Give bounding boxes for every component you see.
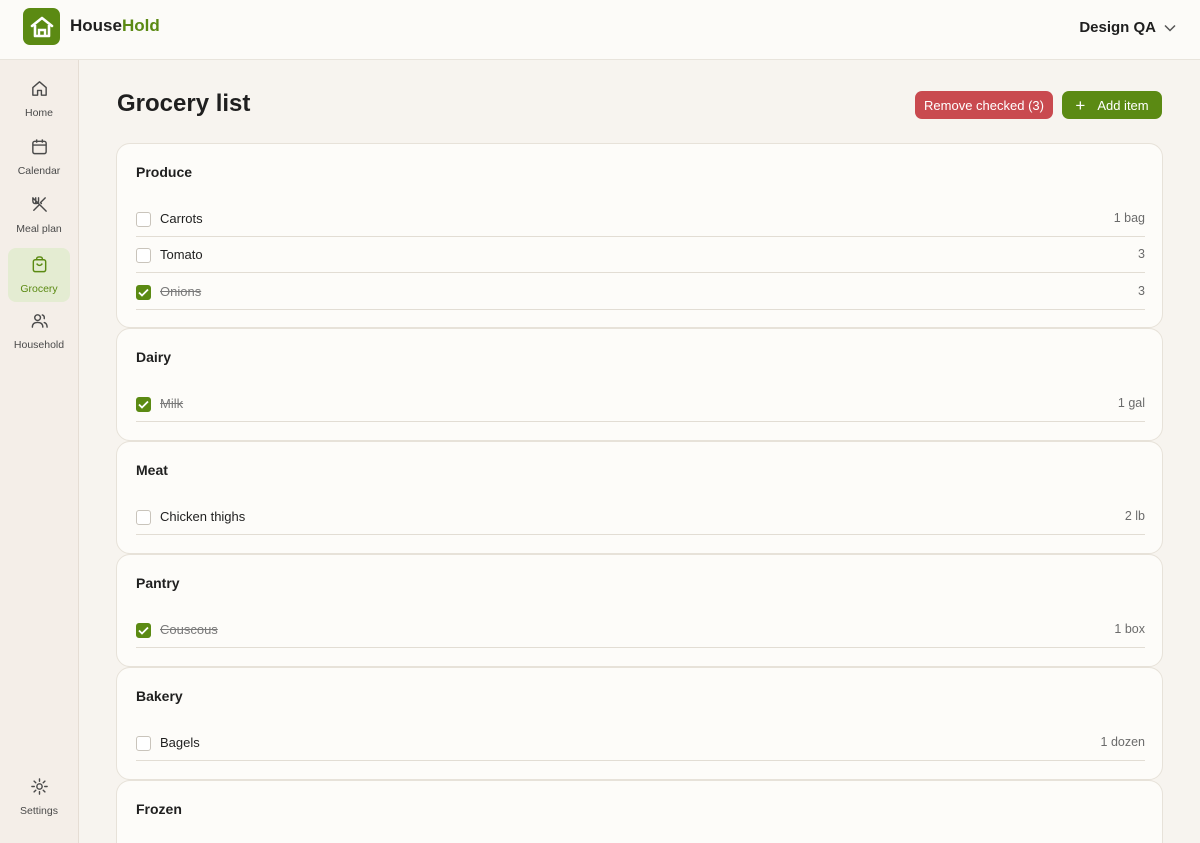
item-name: Milk [160,396,184,411]
item-name: Chicken thighs [160,509,246,524]
shopping-bag-icon [30,255,49,279]
item-checkbox[interactable] [136,212,151,227]
add-item-label: Add item [1097,97,1149,113]
item-quantity: 1 bag [1113,211,1145,225]
category-card-bakery: Bakery Bagels 1 dozen [116,667,1163,780]
item-quantity: 1 gal [1117,396,1145,410]
list-item: Carrots 1 bag [136,201,1145,237]
sidebar-item-label: Household [13,339,65,351]
list-item: Tomato 3 [136,237,1145,273]
top-bar: HouseHold Design QA [0,0,1200,60]
list-item: Onions 3 [136,274,1145,310]
item-checkbox[interactable] [136,397,151,412]
sidebar-item-label: Calendar [17,165,61,177]
utensils-icon [30,195,49,219]
sidebar-item-label: Meal plan [16,223,62,235]
category-title: Produce [136,164,193,180]
check-icon [138,626,149,635]
calendar-icon [30,137,49,161]
check-icon [138,400,149,409]
item-checkbox[interactable] [136,285,151,300]
list-item: Milk 1 gal [136,386,1145,422]
item-quantity: 2 lb [1124,509,1145,523]
item-quantity: 3 [1138,247,1145,261]
item-name: Onions [160,284,202,299]
category-title: Dairy [136,349,172,365]
item-quantity: 3 [1138,284,1145,298]
sidebar: Home Calendar Meal plan Grocery Househol… [0,60,79,843]
category-card-pantry: Pantry Couscous 1 box [116,554,1163,667]
category-card-frozen: Frozen [116,780,1163,843]
home-icon [30,79,49,103]
list-item: Couscous 1 box [136,612,1145,648]
category-title: Meat [136,462,168,478]
check-icon [138,288,149,297]
sidebar-item-label: Home [24,107,53,119]
sidebar-item-settings[interactable]: Settings [8,770,70,824]
gear-icon [30,777,49,801]
item-quantity: 1 box [1114,622,1145,636]
sidebar-item-meal-plan[interactable]: Meal plan [8,188,70,242]
item-quantity: 1 dozen [1100,735,1145,749]
brand-name: HouseHold [70,16,160,35]
account-menu[interactable]: Design QA [1079,19,1176,36]
item-name: Couscous [160,622,218,637]
sidebar-item-grocery[interactable]: Grocery [8,248,70,302]
house-logo-icon[interactable] [23,8,60,45]
category-title: Pantry [136,575,180,591]
category-card-meat: Meat Chicken thighs 2 lb [116,441,1163,554]
item-name: Bagels [160,735,200,750]
remove-checked-button[interactable]: Remove checked (3) [915,91,1053,119]
add-item-button[interactable]: + Add item [1062,91,1162,119]
item-name: Tomato [160,247,203,262]
sidebar-item-calendar[interactable]: Calendar [8,130,70,184]
category-title: Bakery [136,688,183,704]
list-item: Chicken thighs 2 lb [136,499,1145,535]
category-card-dairy: Dairy Milk 1 gal [116,328,1163,441]
category-card-produce: Produce Carrots 1 bag Tomato 3 Onions 3 [116,143,1163,328]
item-checkbox[interactable] [136,248,151,263]
sidebar-item-label: Grocery [20,283,58,295]
chevron-down-icon [1164,19,1176,36]
plus-icon: + [1075,95,1086,115]
item-checkbox[interactable] [136,510,151,525]
account-name: Design QA [1079,19,1156,36]
sidebar-item-label: Settings [20,805,58,817]
item-checkbox[interactable] [136,623,151,638]
category-title: Frozen [136,801,182,817]
list-item: Bagels 1 dozen [136,725,1145,761]
sidebar-item-home[interactable]: Home [8,72,70,126]
page-title: Grocery list [117,90,251,117]
item-name: Carrots [160,211,203,226]
users-icon [30,311,49,335]
item-checkbox[interactable] [136,736,151,751]
sidebar-item-household[interactable]: Household [8,304,70,358]
